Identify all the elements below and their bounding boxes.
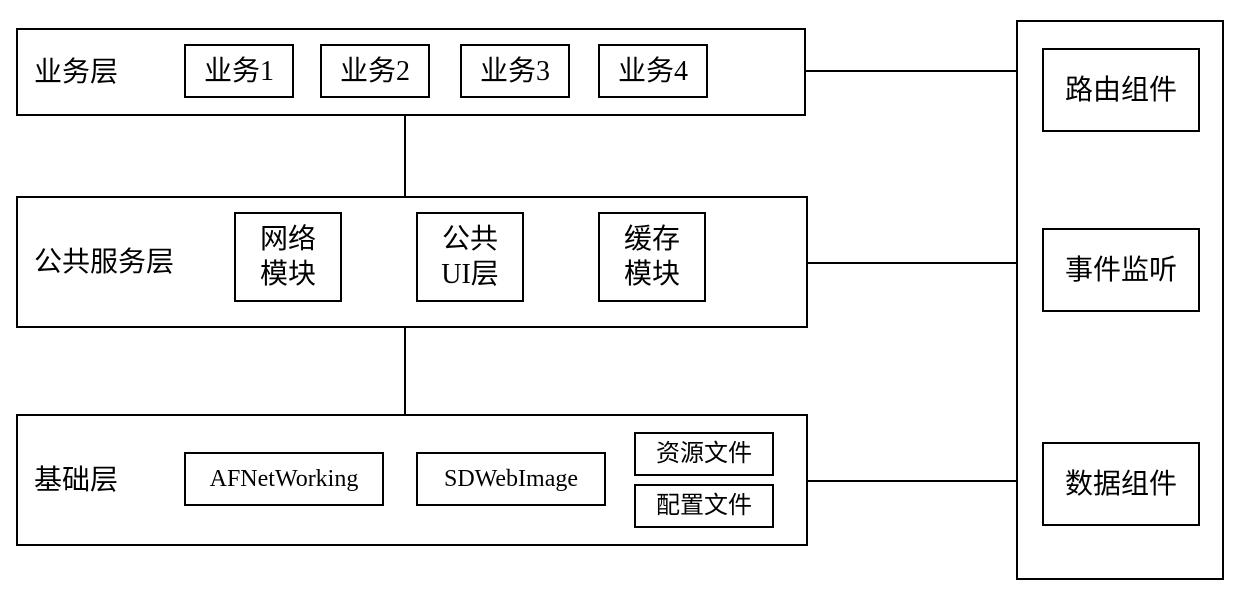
sidebar-item-data: 数据组件 [1042, 442, 1200, 526]
sidebar-item-router: 路由组件 [1042, 48, 1200, 132]
business-item-4: 业务4 [598, 44, 708, 98]
connector-service-to-sidebar [808, 262, 1016, 264]
service-layer-title: 公共服务层 [34, 245, 174, 280]
business-item-2: 业务2 [320, 44, 430, 98]
base-item-afnetworking: AFNetWorking [184, 452, 384, 506]
connector-business-to-service [404, 116, 406, 196]
business-item-3: 业务3 [460, 44, 570, 98]
business-item-1: 业务1 [184, 44, 294, 98]
connector-service-to-base [404, 328, 406, 414]
base-layer-title: 基础层 [34, 463, 118, 498]
base-item-resource: 资源文件 [634, 432, 774, 476]
sidebar-item-event: 事件监听 [1042, 228, 1200, 312]
base-item-config: 配置文件 [634, 484, 774, 528]
base-item-sdwebimage: SDWebImage [416, 452, 606, 506]
service-item-network: 网络 模块 [234, 212, 342, 302]
connector-business-to-sidebar [806, 70, 1016, 72]
service-item-ui: 公共 UI层 [416, 212, 524, 302]
connector-base-to-sidebar [808, 480, 1016, 482]
service-item-cache: 缓存 模块 [598, 212, 706, 302]
business-layer-title: 业务层 [34, 55, 118, 90]
